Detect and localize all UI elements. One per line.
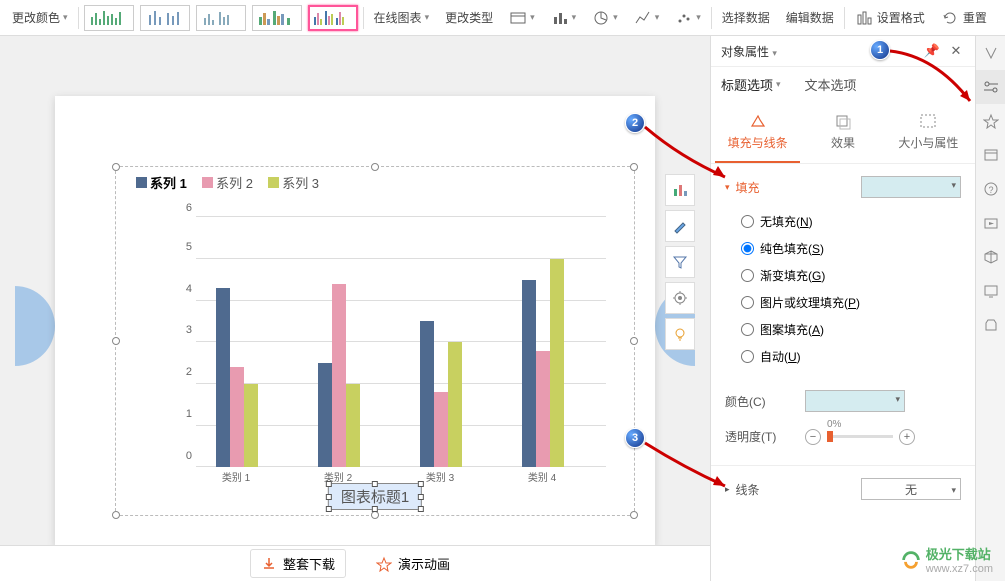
- color-label: 颜色(C): [725, 393, 805, 410]
- rail-icon-cube[interactable]: [976, 240, 1005, 274]
- annotation-badge-3: 3: [625, 428, 645, 448]
- rail-icon-template[interactable]: [976, 138, 1005, 172]
- rail-icon-media[interactable]: [976, 206, 1005, 240]
- subtab-fill-line[interactable]: 填充与线条: [715, 112, 800, 163]
- chart-settings-icon[interactable]: [665, 282, 695, 314]
- object-properties-panel: 对象属性 ▾ 📌 ✕ 标题选项▾ 文本选项 填充与线条 效果 大小与属性 ▾填充…: [710, 36, 975, 581]
- chart-style-thumb-5[interactable]: [308, 5, 358, 31]
- slider-minus-icon[interactable]: −: [805, 429, 821, 445]
- tool-icon-4[interactable]: [626, 1, 668, 35]
- color-picker[interactable]: [805, 390, 905, 412]
- svg-text:?: ?: [988, 185, 993, 195]
- select-data-button[interactable]: 选择数据: [714, 1, 778, 35]
- transparency-slider[interactable]: − 0% +: [805, 429, 915, 445]
- fill-radio-group: 无填充(N) 纯色填充(S) 渐变填充(G) 图片或纹理填充(P) 图案填充(A…: [725, 204, 961, 370]
- slide[interactable]: 系列 1 系列 2 系列 3 0 1 2 3 4 5 6: [55, 96, 655, 546]
- annotation-badge-1: 1: [870, 40, 890, 60]
- radio-picture-fill[interactable]: 图片或纹理填充(P): [741, 289, 961, 316]
- pin-icon[interactable]: 📌: [923, 42, 941, 60]
- chart-legend[interactable]: 系列 1 系列 2 系列 3: [136, 173, 331, 192]
- rail-icon-star[interactable]: [976, 104, 1005, 138]
- change-color-dropdown[interactable]: 更改颜色: [4, 1, 76, 35]
- line-style-select[interactable]: 无: [861, 478, 961, 500]
- rail-icon-help[interactable]: ?: [976, 172, 1005, 206]
- rail-icon-1[interactable]: [976, 36, 1005, 70]
- tool-icon-2[interactable]: [543, 1, 585, 35]
- chart-filter-icon[interactable]: [665, 246, 695, 278]
- slider-plus-icon[interactable]: +: [899, 429, 915, 445]
- present-animation-button[interactable]: 演示动画: [366, 550, 460, 577]
- tool-icon-1[interactable]: [501, 1, 543, 35]
- chart-y-axis: 0 1 2 3 4 5 6: [178, 217, 194, 467]
- subtab-effect[interactable]: 效果: [800, 112, 885, 163]
- radio-pattern-fill[interactable]: 图案填充(A): [741, 316, 961, 343]
- full-download-button[interactable]: 整套下载: [250, 549, 346, 578]
- chart-style-thumb-1[interactable]: [84, 5, 134, 31]
- annotation-badge-2: 2: [625, 113, 645, 133]
- watermark: 极光下载站www.xz7.com: [900, 544, 993, 575]
- subtab-size-prop[interactable]: 大小与属性: [886, 112, 971, 163]
- section-line-header[interactable]: ▸线条 无: [725, 478, 961, 500]
- chart-style-thumb-4[interactable]: [252, 5, 302, 31]
- change-type-button[interactable]: 更改类型: [437, 1, 501, 35]
- chart-style-thumb-3[interactable]: [196, 5, 246, 31]
- rail-icon-tool[interactable]: [976, 308, 1005, 342]
- radio-no-fill[interactable]: 无填充(N): [741, 208, 961, 235]
- online-chart-dropdown[interactable]: 在线图表: [366, 1, 438, 35]
- chart-plot-area[interactable]: [196, 217, 606, 467]
- right-icon-rail: ?: [975, 36, 1005, 581]
- slide-canvas-area: 系列 1 系列 2 系列 3 0 1 2 3 4 5 6: [0, 36, 710, 581]
- tool-icon-5[interactable]: [667, 1, 709, 35]
- tool-icon-3[interactable]: [584, 1, 626, 35]
- footer-bar: 整套下载 演示动画: [0, 545, 710, 581]
- set-format-button[interactable]: 设置格式: [847, 1, 933, 35]
- rail-icon-screen[interactable]: [976, 274, 1005, 308]
- rail-icon-sliders[interactable]: [976, 70, 1005, 104]
- reset-button[interactable]: 重置: [933, 1, 995, 35]
- tab-text-options[interactable]: 文本选项: [805, 75, 857, 100]
- chart-floating-tools: [665, 174, 695, 354]
- prev-slide-handle[interactable]: [15, 286, 55, 366]
- transparency-label: 透明度(T): [725, 428, 805, 445]
- chart-idea-icon[interactable]: [665, 318, 695, 350]
- edit-data-button[interactable]: 编辑数据: [778, 1, 842, 35]
- chart-style-thumb-2[interactable]: [140, 5, 190, 31]
- chart-title-selected[interactable]: 图表标题1: [328, 483, 422, 510]
- top-toolbar: 更改颜色 在线图表 更改类型 选择数据 编辑数据 设置格式 重置: [0, 0, 1005, 36]
- chart-object[interactable]: 系列 1 系列 2 系列 3 0 1 2 3 4 5 6: [115, 166, 635, 516]
- section-fill-header[interactable]: ▾填充: [725, 176, 961, 198]
- tab-title-options[interactable]: 标题选项▾: [721, 75, 781, 100]
- close-panel-icon[interactable]: ✕: [947, 42, 965, 60]
- chart-element-icon[interactable]: [665, 174, 695, 206]
- radio-solid-fill[interactable]: 纯色填充(S): [741, 235, 961, 262]
- chart-brush-icon[interactable]: [665, 210, 695, 242]
- fill-color-swatch[interactable]: [861, 176, 961, 198]
- radio-gradient-fill[interactable]: 渐变填充(G): [741, 262, 961, 289]
- radio-auto-fill[interactable]: 自动(U): [741, 343, 961, 370]
